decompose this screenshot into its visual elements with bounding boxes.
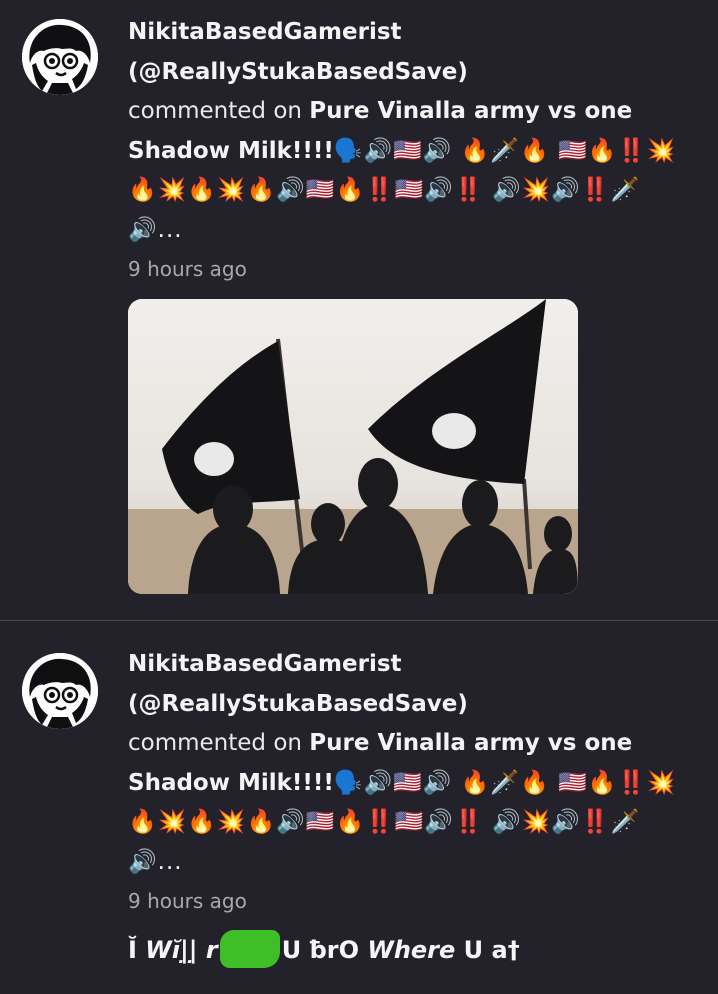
notification-message: NikitaBasedGamerist (@ReallyStukaBasedSa… bbox=[128, 13, 688, 250]
comment-text-part: U ƀrO bbox=[281, 936, 359, 964]
comment-text-part: U a† bbox=[463, 936, 520, 964]
display-name[interactable]: NikitaBasedGamerist bbox=[128, 19, 402, 45]
comment-preview[interactable]: Ĭ Wĭ|̣|̣ r U ƀrO Where U a† bbox=[128, 930, 520, 968]
comment-text-part: Ĭ bbox=[128, 936, 137, 964]
avatar-drawing-icon bbox=[22, 19, 98, 95]
action-text: commented on bbox=[128, 730, 302, 756]
user-handle[interactable]: (@ReallyStukaBasedSave) bbox=[128, 691, 468, 717]
timestamp: 9 hours ago bbox=[128, 257, 247, 281]
avatar-drawing-icon bbox=[22, 653, 98, 729]
notification-message: NikitaBasedGamerist (@ReallyStukaBasedSa… bbox=[128, 645, 688, 882]
notification-item[interactable]: NikitaBasedGamerist (@ReallyStukaBasedSa… bbox=[0, 0, 718, 621]
notification-item[interactable]: NikitaBasedGamerist (@ReallyStukaBasedSa… bbox=[0, 622, 718, 994]
action-text: commented on bbox=[128, 98, 302, 124]
notification-feed: NikitaBasedGamerist (@ReallyStukaBasedSa… bbox=[0, 0, 718, 994]
comment-text-part: Wĭ|̣|̣ r bbox=[145, 936, 218, 964]
post-thumbnail[interactable] bbox=[128, 299, 578, 594]
timestamp: 9 hours ago bbox=[128, 889, 247, 913]
display-name[interactable]: NikitaBasedGamerist bbox=[128, 651, 402, 677]
avatar[interactable] bbox=[22, 19, 98, 95]
user-handle[interactable]: (@ReallyStukaBasedSave) bbox=[128, 59, 468, 85]
divider bbox=[0, 620, 718, 621]
comment-text-part: Where bbox=[367, 936, 456, 964]
censor-blot bbox=[219, 930, 280, 968]
image-thumbnail-icon bbox=[128, 299, 578, 594]
avatar[interactable] bbox=[22, 653, 98, 729]
